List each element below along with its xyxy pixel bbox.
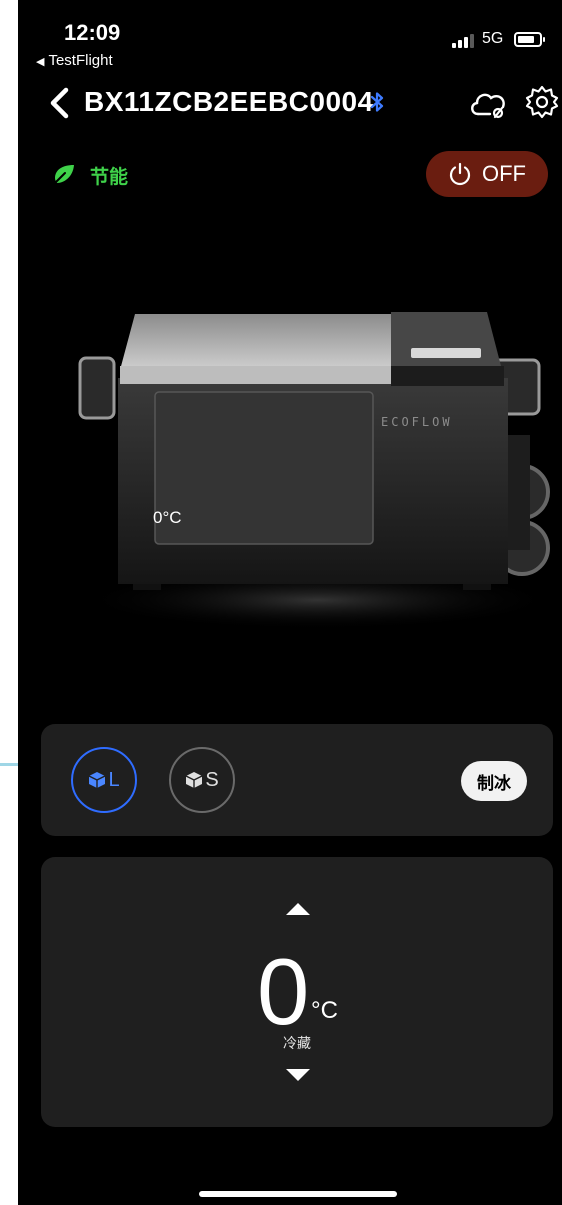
power-off-button[interactable]: OFF bbox=[426, 151, 548, 197]
cloud-button[interactable] bbox=[468, 84, 510, 122]
fridge-product-image: ECOFLOW bbox=[78, 312, 558, 630]
signal-icon bbox=[452, 34, 476, 48]
temperature-mode-label: 冷藏 bbox=[283, 1035, 311, 1051]
battery-icon bbox=[514, 32, 545, 47]
back-button[interactable] bbox=[46, 86, 74, 120]
box-icon bbox=[186, 772, 203, 788]
temperature-down-button[interactable] bbox=[286, 1069, 310, 1081]
product-temperature-label: 0°C bbox=[153, 508, 182, 527]
settings-button[interactable] bbox=[524, 84, 560, 120]
temperature-value: 0 bbox=[257, 939, 310, 1044]
nav-bar: BX11ZCB2EEBC0004 bbox=[18, 80, 562, 126]
ice-making-button[interactable]: 制冰 bbox=[461, 761, 527, 801]
back-app-label: TestFlight bbox=[48, 52, 113, 69]
eco-mode-indicator[interactable]: 节能 bbox=[52, 160, 128, 190]
cloud-icon bbox=[471, 93, 505, 119]
compartment-panel: L S 制冰 bbox=[41, 724, 553, 836]
box-icon bbox=[89, 772, 106, 788]
compartment-large-button[interactable]: L bbox=[71, 747, 137, 813]
status-bar: 12:09 ◀ TestFlight 5G bbox=[18, 0, 562, 74]
compartment-small-button[interactable]: S bbox=[169, 747, 235, 813]
power-off-label: OFF bbox=[482, 161, 526, 186]
home-indicator[interactable] bbox=[199, 1191, 397, 1197]
temperature-panel: 0 °C 冷藏 bbox=[41, 857, 553, 1127]
back-triangle-icon: ◀ bbox=[36, 56, 45, 68]
network-type: 5G bbox=[482, 30, 504, 47]
back-to-app-link[interactable]: ◀ TestFlight bbox=[36, 52, 113, 69]
compartment-small-label: S bbox=[205, 768, 219, 791]
svg-text:ECOFLOW: ECOFLOW bbox=[381, 415, 453, 429]
temperature-unit: °C bbox=[311, 997, 338, 1024]
device-title: BX11ZCB2EEBC0004 bbox=[84, 86, 374, 117]
chevron-left-icon bbox=[50, 87, 69, 119]
status-time: 12:09 bbox=[64, 20, 121, 45]
compartment-large-label: L bbox=[108, 768, 120, 791]
temperature-up-button[interactable] bbox=[286, 903, 310, 915]
gear-icon bbox=[525, 85, 559, 119]
eco-mode-label: 节能 bbox=[90, 166, 129, 188]
phone-screen: 12:09 ◀ TestFlight 5G BX11ZCB2EEBC0004 节… bbox=[18, 0, 562, 1205]
bluetooth-icon bbox=[370, 92, 384, 112]
power-icon bbox=[449, 162, 471, 186]
leaf-icon bbox=[52, 165, 74, 186]
